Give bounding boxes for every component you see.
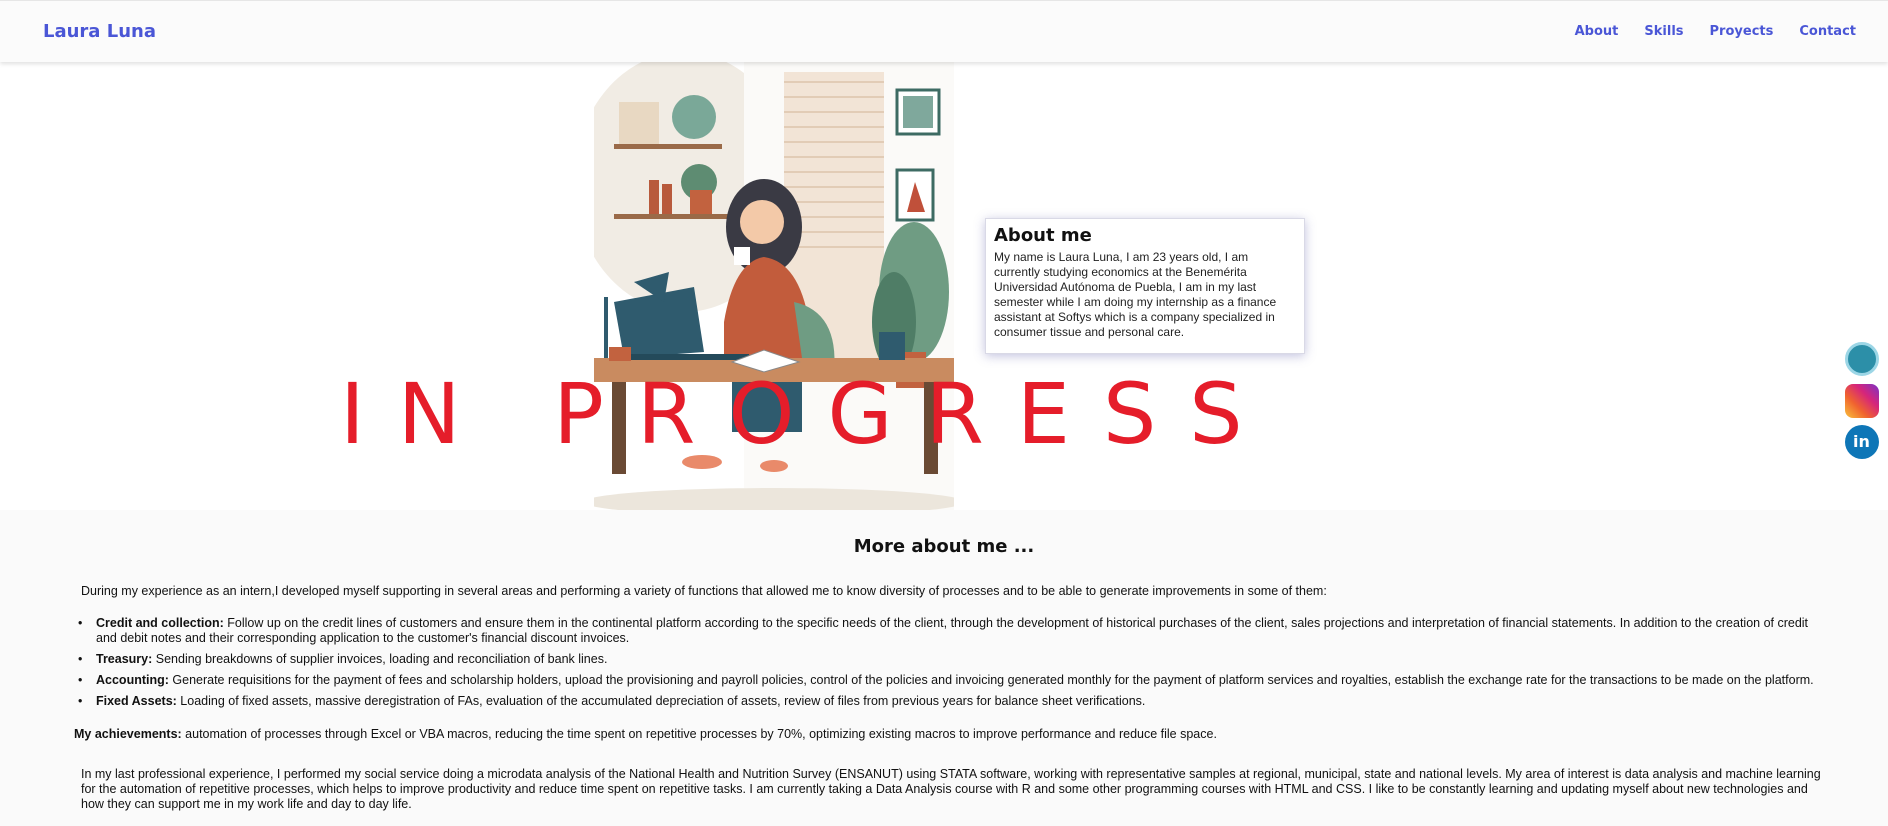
experience-list: Credit and collection: Follow up on the … bbox=[78, 616, 1818, 715]
nav-link-contact[interactable]: Contact bbox=[1799, 24, 1856, 39]
about-me-title: About me bbox=[994, 225, 1092, 246]
about-me-card: About me My name is Laura Luna, I am 23 … bbox=[985, 218, 1305, 354]
main-nav: About Skills Proyects Contact bbox=[1549, 24, 1856, 39]
nav-link-skills[interactable]: Skills bbox=[1644, 24, 1683, 39]
list-item: Accounting: Generate requisitions for th… bbox=[78, 673, 1818, 688]
achievements-text: automation of processes through Excel or… bbox=[181, 727, 1217, 741]
brand-logo-text[interactable]: Laura Luna bbox=[43, 21, 156, 42]
list-item: Treasury: Sending breakdowns of supplier… bbox=[78, 652, 1818, 667]
achievements-label: My achievements: bbox=[74, 727, 182, 741]
linkedin-icon[interactable]: in bbox=[1845, 425, 1879, 459]
nav-link-about[interactable]: About bbox=[1575, 24, 1619, 39]
achievements-line: My achievements: automation of processes… bbox=[74, 727, 1834, 742]
in-progress-overlay: IN PROGRESS bbox=[340, 365, 1276, 463]
instagram-icon[interactable] bbox=[1845, 384, 1879, 418]
top-navbar: Laura Luna About Skills Proyects Contact bbox=[0, 0, 1888, 62]
final-paragraph: In my last professional experience, I pe… bbox=[81, 767, 1821, 811]
nav-link-projects[interactable]: Proyects bbox=[1710, 24, 1774, 39]
list-item: Credit and collection: Follow up on the … bbox=[78, 616, 1818, 646]
github-icon[interactable] bbox=[1845, 342, 1879, 376]
more-about-title: More about me ... bbox=[853, 536, 1035, 557]
about-me-text: My name is Laura Luna, I am 23 years old… bbox=[994, 250, 1277, 339]
list-item: Fixed Assets: Loading of fixed assets, m… bbox=[78, 694, 1818, 709]
more-about-intro: During my experience as an intern,I deve… bbox=[81, 584, 1327, 598]
